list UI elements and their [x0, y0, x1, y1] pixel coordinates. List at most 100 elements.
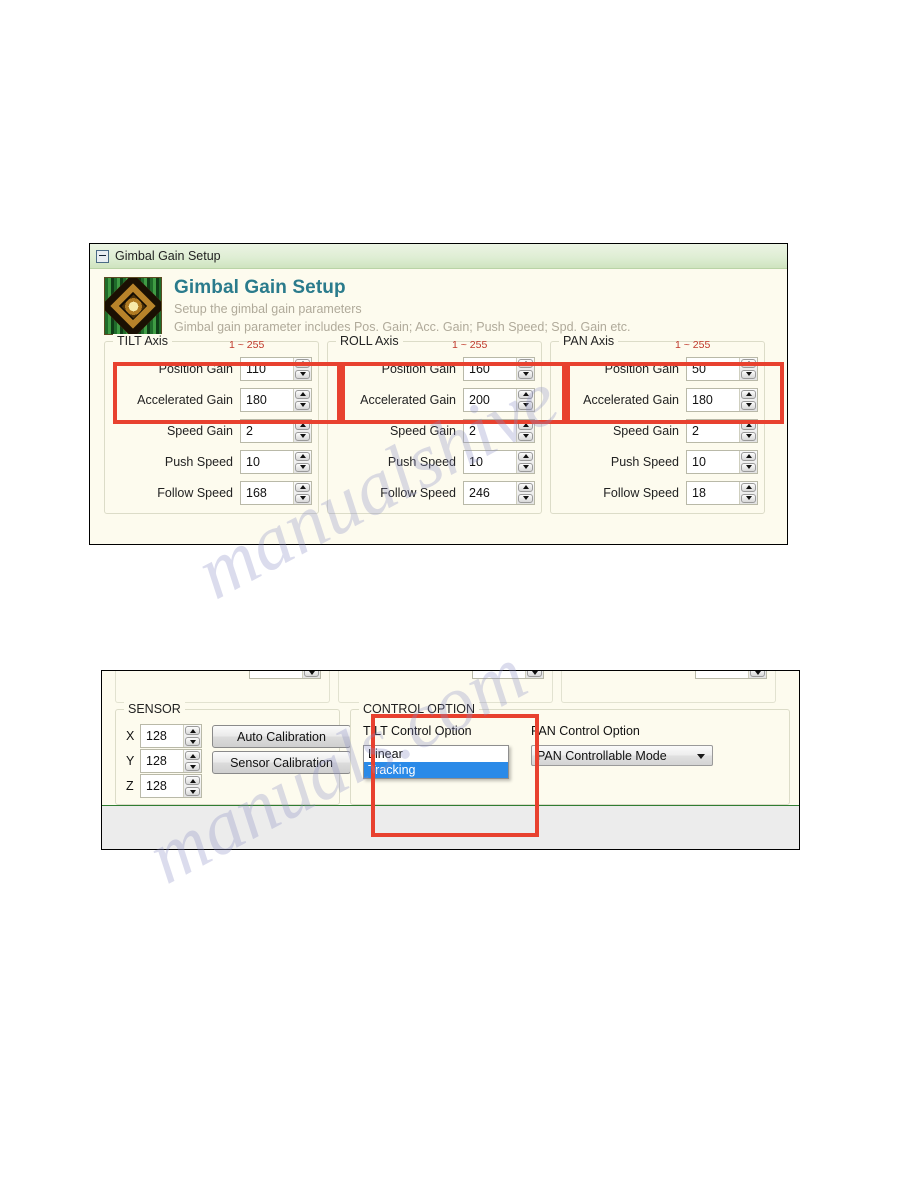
stepper-down-icon[interactable]	[750, 671, 765, 677]
roll-speed-gain-stepper[interactable]: 2	[463, 418, 535, 443]
tilt-axis-legend: TILT Axis	[113, 334, 172, 348]
stepper-down-icon[interactable]	[185, 762, 200, 771]
tilt-push-speed-stepper[interactable]: 10	[240, 449, 312, 474]
stepper-up-icon[interactable]	[741, 420, 756, 430]
stepper-up-icon[interactable]	[185, 776, 200, 785]
chevron-down-icon[interactable]	[697, 753, 705, 759]
stepper-down-icon[interactable]	[295, 493, 310, 503]
truncated-stepper[interactable]	[695, 671, 767, 679]
sensor-y-stepper[interactable]: 128	[140, 749, 202, 773]
truncated-stepper[interactable]	[249, 671, 321, 679]
stepper-buttons[interactable]	[516, 419, 534, 442]
roll-accelerated-gain-stepper[interactable]: 200	[463, 387, 535, 412]
stepper-up-icon[interactable]	[295, 451, 310, 461]
stepper-buttons[interactable]	[739, 419, 757, 442]
sensor-calibration-button[interactable]: Sensor Calibration	[212, 751, 351, 774]
roll-position-gain-stepper[interactable]: 160	[463, 356, 535, 381]
stepper-buttons[interactable]	[739, 450, 757, 473]
stepper-down-icon[interactable]	[741, 493, 756, 503]
stepper-up-icon[interactable]	[518, 482, 533, 492]
stepper-up-icon[interactable]	[185, 726, 200, 735]
pan-speed-gain-stepper[interactable]: 2	[686, 418, 758, 443]
stepper-buttons[interactable]	[516, 357, 534, 380]
stepper-buttons[interactable]	[293, 481, 311, 504]
truncated-tilt-group	[115, 671, 330, 703]
stepper-down-icon[interactable]	[741, 462, 756, 472]
stepper-buttons[interactable]	[516, 450, 534, 473]
stepper-down-icon[interactable]	[518, 493, 533, 503]
sensor-x-stepper[interactable]: 128	[140, 724, 202, 748]
stepper-down-icon[interactable]	[304, 671, 319, 677]
stepper-buttons[interactable]	[293, 388, 311, 411]
roll-follow-speed-stepper[interactable]: 246	[463, 480, 535, 505]
stepper-buttons[interactable]	[293, 357, 311, 380]
pan-follow-speed-stepper[interactable]: 18	[686, 480, 758, 505]
stepper-buttons[interactable]	[516, 388, 534, 411]
stepper-down-icon[interactable]	[295, 400, 310, 410]
stepper-up-icon[interactable]	[295, 389, 310, 399]
tilt-position-gain-stepper[interactable]: 110	[240, 356, 312, 381]
pan-axis-legend: PAN Axis	[559, 334, 619, 348]
stepper-buttons[interactable]	[525, 671, 543, 678]
pan-control-option-label: PAN Control Option	[531, 724, 640, 738]
stepper-up-icon[interactable]	[741, 358, 756, 368]
sensor-z-stepper[interactable]: 128	[140, 774, 202, 798]
stepper-down-icon[interactable]	[295, 462, 310, 472]
roll-push-speed-stepper[interactable]: 10	[463, 449, 535, 474]
auto-calibration-button[interactable]: Auto Calibration	[212, 725, 351, 748]
stepper-down-icon[interactable]	[518, 462, 533, 472]
stepper-buttons[interactable]	[739, 357, 757, 380]
truncated-stepper[interactable]	[472, 671, 544, 679]
stepper-down-icon[interactable]	[185, 787, 200, 796]
stepper-buttons[interactable]	[183, 750, 201, 772]
stepper-down-icon[interactable]	[741, 400, 756, 410]
stepper-buttons[interactable]	[748, 671, 766, 678]
pan-accelerated-gain-stepper[interactable]: 180	[686, 387, 758, 412]
stepper-buttons[interactable]	[293, 419, 311, 442]
stepper-up-icon[interactable]	[518, 451, 533, 461]
stepper-buttons[interactable]	[739, 481, 757, 504]
pan-range-hint: 1 ~ 255	[675, 339, 711, 351]
stepper-up-icon[interactable]	[518, 389, 533, 399]
stepper-up-icon[interactable]	[518, 358, 533, 368]
pan-push-speed-stepper[interactable]: 10	[686, 449, 758, 474]
pan-position-gain-value: 50	[692, 361, 706, 376]
tilt-control-option-dropdown[interactable]: Linear Tracking	[363, 745, 509, 779]
stepper-up-icon[interactable]	[518, 420, 533, 430]
stepper-up-icon[interactable]	[295, 482, 310, 492]
tilt-speed-gain-stepper[interactable]: 2	[240, 418, 312, 443]
tilt-follow-speed-stepper[interactable]: 168	[240, 480, 312, 505]
window-footer	[102, 806, 799, 849]
dropdown-option-tracking[interactable]: Tracking	[364, 762, 508, 778]
stepper-buttons[interactable]	[183, 775, 201, 797]
stepper-down-icon[interactable]	[518, 400, 533, 410]
stepper-buttons[interactable]	[293, 450, 311, 473]
stepper-down-icon[interactable]	[741, 369, 756, 379]
stepper-down-icon[interactable]	[518, 431, 533, 441]
tilt-accelerated-gain-row: Accelerated Gain 180	[105, 387, 312, 412]
stepper-down-icon[interactable]	[295, 431, 310, 441]
collapse-minus-icon[interactable]	[96, 249, 109, 263]
pan-control-option-select[interactable]: PAN Controllable Mode	[531, 745, 713, 766]
stepper-buttons[interactable]	[183, 725, 201, 747]
stepper-buttons[interactable]	[302, 671, 320, 678]
stepper-up-icon[interactable]	[185, 751, 200, 760]
stepper-down-icon[interactable]	[185, 737, 200, 746]
stepper-up-icon[interactable]	[741, 389, 756, 399]
stepper-buttons[interactable]	[516, 481, 534, 504]
pan-position-gain-stepper[interactable]: 50	[686, 356, 758, 381]
stepper-down-icon[interactable]	[741, 431, 756, 441]
stepper-buttons[interactable]	[739, 388, 757, 411]
roll-speed-gain-value: 2	[469, 423, 476, 438]
stepper-down-icon[interactable]	[527, 671, 542, 677]
stepper-up-icon[interactable]	[295, 420, 310, 430]
stepper-down-icon[interactable]	[518, 369, 533, 379]
tilt-accelerated-gain-stepper[interactable]: 180	[240, 387, 312, 412]
window-title: Gimbal Gain Setup	[115, 249, 221, 263]
pan-axis-group: PAN Axis 1 ~ 255 Position Gain 50 Accele…	[550, 334, 765, 514]
stepper-up-icon[interactable]	[741, 482, 756, 492]
dropdown-option-linear[interactable]: Linear	[364, 746, 508, 762]
stepper-up-icon[interactable]	[295, 358, 310, 368]
stepper-down-icon[interactable]	[295, 369, 310, 379]
stepper-up-icon[interactable]	[741, 451, 756, 461]
